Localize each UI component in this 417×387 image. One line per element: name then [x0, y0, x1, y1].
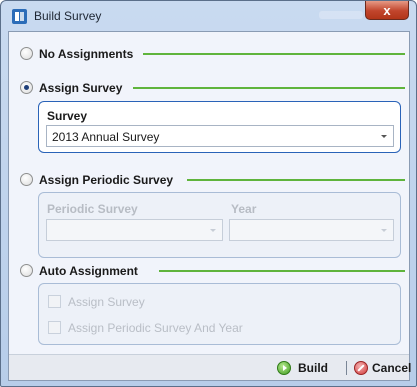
assign-survey-checkbox[interactable]: [48, 295, 61, 308]
periodic-survey-field-label: Periodic Survey: [47, 202, 138, 216]
assign-survey-radio[interactable]: [20, 81, 33, 94]
assign-periodic-checkbox-label: Assign Periodic Survey And Year: [68, 321, 243, 335]
auto-assignment-radio[interactable]: [20, 264, 33, 277]
chevron-down-icon: [381, 229, 387, 232]
assign-periodic-survey-option[interactable]: Assign Periodic Survey: [9, 170, 409, 190]
auto-assignment-option[interactable]: Auto Assignment: [9, 261, 409, 281]
survey-dropdown-value: 2013 Annual Survey: [52, 130, 160, 144]
play-icon: [277, 361, 291, 375]
assign-periodic-survey-radio[interactable]: [20, 173, 33, 186]
auto-assignment-panel: Assign Survey Assign Periodic Survey And…: [38, 283, 401, 345]
button-separator: [346, 361, 347, 375]
section-divider: [143, 53, 405, 55]
build-survey-window: Build Survey x No Assignments Assign Sur…: [0, 0, 417, 387]
no-assignments-option[interactable]: No Assignments: [9, 44, 409, 64]
survey-dropdown[interactable]: 2013 Annual Survey: [46, 125, 394, 147]
assign-survey-checkbox-label: Assign Survey: [68, 295, 145, 309]
section-divider: [133, 87, 405, 89]
assign-survey-checkbox-row[interactable]: Assign Survey: [39, 294, 399, 310]
chevron-down-icon: [210, 229, 216, 232]
title-bar[interactable]: Build Survey x: [1, 1, 416, 31]
cancel-button-label: Cancel: [372, 361, 412, 375]
year-dropdown[interactable]: [229, 219, 394, 241]
survey-field-label: Survey: [47, 109, 88, 123]
title-bar-blur: [319, 11, 363, 19]
cancel-button[interactable]: Cancel: [354, 359, 412, 377]
section-divider: [187, 179, 405, 181]
auto-assignment-label: Auto Assignment: [39, 264, 138, 278]
cancel-icon: [354, 361, 368, 375]
build-button[interactable]: Build: [277, 359, 339, 377]
periodic-survey-dropdown[interactable]: [46, 219, 223, 241]
section-divider: [159, 270, 405, 272]
app-icon: [12, 9, 27, 24]
close-icon: x: [383, 2, 391, 18]
assign-periodic-checkbox-row[interactable]: Assign Periodic Survey And Year: [39, 320, 399, 336]
assign-survey-label: Assign Survey: [39, 81, 123, 95]
window-title: Build Survey: [34, 9, 102, 23]
dialog-footer: Build Cancel: [9, 354, 412, 380]
assign-periodic-survey-and-year-checkbox[interactable]: [48, 321, 61, 334]
dialog-body: No Assignments Assign Survey Survey 2013…: [8, 31, 412, 381]
close-button[interactable]: x: [365, 1, 409, 20]
build-button-label: Build: [298, 361, 328, 375]
no-assignments-label: No Assignments: [39, 47, 134, 61]
periodic-survey-panel: Periodic Survey Year: [38, 192, 401, 258]
assign-survey-option[interactable]: Assign Survey: [9, 78, 409, 98]
assign-periodic-survey-label: Assign Periodic Survey: [39, 173, 174, 187]
chevron-down-icon: [381, 135, 387, 138]
year-field-label: Year: [231, 202, 257, 216]
no-assignments-radio[interactable]: [20, 47, 33, 60]
assign-survey-panel: Survey 2013 Annual Survey: [38, 101, 401, 153]
